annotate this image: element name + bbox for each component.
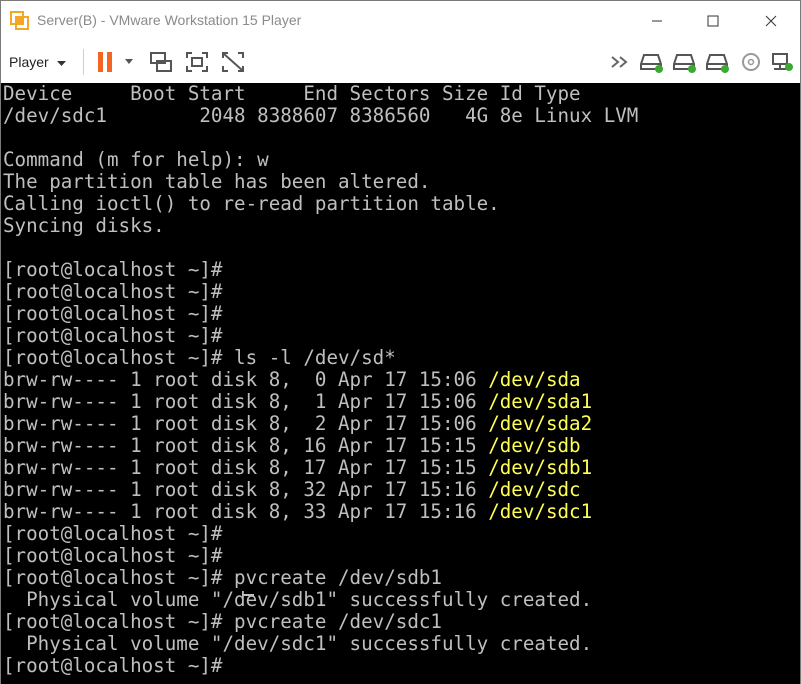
console-line: [root@localhost ~]# [3,545,223,567]
send-ctrl-alt-del-icon [148,50,174,74]
text-cursor [242,594,254,596]
console-line-text: The partition table has been altered. [3,170,431,193]
hard-disk-3-button[interactable] [705,50,731,74]
console-line-text: brw-rw---- 1 root disk 8, 2 Apr 17 15:06 [3,412,489,435]
console-line: brw-rw---- 1 root disk 8, 2 Apr 17 15:06… [3,413,592,435]
console-line-text: brw-rw---- 1 root disk 8, 1 Apr 17 15:06 [3,390,489,413]
device-path: /dev/sdc1 [488,500,593,523]
console-line-text: [root@localhost ~]# [3,544,223,567]
console-line: Command (m for help): w [3,149,269,171]
guest-console[interactable]: Device Boot Start End Sectors Size Id Ty… [1,83,800,684]
console-line: The partition table has been altered. [3,171,430,193]
console-line: Physical volume "/dev/sdb1" successfully… [3,589,592,611]
console-line-text: Physical volume "/dev/sdc1" successfully… [3,632,593,655]
maximize-button[interactable] [690,1,736,41]
device-path: /dev/sda1 [488,390,593,413]
console-line-text: Command (m for help): w [3,148,269,171]
console-line-text: brw-rw---- 1 root disk 8, 16 Apr 17 15:1… [3,434,489,457]
hard-disk-1-icon [639,50,665,74]
console-line: brw-rw---- 1 root disk 8, 17 Apr 17 15:1… [3,457,592,479]
close-button[interactable] [748,1,794,41]
console-line-text: [root@localhost ~]# [3,654,235,677]
console-line-text: Syncing disks. [3,214,165,237]
more-devices-icon [609,50,631,74]
player-menu-label: Player [9,54,49,70]
cd-dvd-button[interactable] [738,50,764,74]
device-path: /dev/sda [488,368,581,391]
console-line-text: [root@localhost ~]# [3,522,223,545]
console-line-text: brw-rw---- 1 root disk 8, 0 Apr 17 15:06 [3,368,489,391]
console-line: brw-rw---- 1 root disk 8, 1 Apr 17 15:06… [3,391,592,413]
console-line: /dev/sdc1 2048 8388607 8386560 4G 8e Lin… [3,105,638,127]
console-line-text: [root@localhost ~]# [3,258,223,281]
hard-disk-2-icon [672,50,698,74]
console-line-text: [root@localhost ~]# pvcreate /dev/sdb1 [3,566,442,589]
toolbar-divider [83,49,84,75]
console-line: [root@localhost ~]# ls -l /dev/sd* [3,347,396,369]
minimize-button[interactable] [634,1,680,41]
console-line: [root@localhost ~]# pvcreate /dev/sdb1 [3,567,442,589]
chevron-down-icon [56,54,66,70]
console-line-text: [root@localhost ~]# [3,280,223,303]
maximize-icon [707,15,719,27]
hard-disk-3-icon [705,50,731,74]
unity-button[interactable] [220,50,246,74]
fit-guest-icon [184,50,210,74]
console-line: Calling ioctl() to re-read partition tab… [3,193,500,215]
console-line: [root@localhost ~]# [3,655,234,677]
console-line: brw-rw---- 1 root disk 8, 32 Apr 17 15:1… [3,479,581,501]
close-icon [765,15,777,27]
console-line: [root@localhost ~]# pvcreate /dev/sdc1 [3,611,442,633]
pause-icon [94,50,134,74]
cd-dvd-icon [738,50,764,74]
unity-icon [220,50,246,74]
console-line-text: brw-rw---- 1 root disk 8, 32 Apr 17 15:1… [3,478,489,501]
pause-button[interactable] [94,50,134,74]
player-toolbar: Player [1,41,800,83]
console-line-text: [root@localhost ~]# [3,302,223,325]
console-line-text: brw-rw---- 1 root disk 8, 17 Apr 17 15:1… [3,456,489,479]
console-line-text: [root@localhost ~]# pvcreate /dev/sdc1 [3,610,442,633]
device-path: /dev/sdb [488,434,581,457]
title-bar[interactable]: Server(B) - VMware Workstation 15 Player [1,1,800,41]
send-ctrl-alt-del-button[interactable] [148,50,174,74]
hard-disk-2-button[interactable] [672,50,698,74]
console-line-text: [root@localhost ~]# [3,324,223,347]
console-line: brw-rw---- 1 root disk 8, 0 Apr 17 15:06… [3,369,581,391]
console-line: [root@localhost ~]# [3,281,223,303]
console-line-text: Device Boot Start End Sectors Size Id Ty… [3,82,581,105]
window-title: Server(B) - VMware Workstation 15 Player [37,12,302,28]
console-line-text: brw-rw---- 1 root disk 8, 33 Apr 17 15:1… [3,500,489,523]
fit-guest-button[interactable] [184,50,210,74]
console-line: [root@localhost ~]# [3,523,223,545]
device-path: /dev/sdc [488,478,581,501]
network-button[interactable] [770,50,796,74]
console-line: [root@localhost ~]# [3,325,223,347]
console-line-text: /dev/sdc1 2048 8388607 8386560 4G 8e Lin… [3,104,639,127]
console-line: brw-rw---- 1 root disk 8, 16 Apr 17 15:1… [3,435,581,457]
device-path: /dev/sdb1 [488,456,593,479]
network-icon [770,50,796,74]
hard-disk-1-button[interactable] [639,50,665,74]
console-line: brw-rw---- 1 root disk 8, 33 Apr 17 15:1… [3,501,592,523]
player-menu-button[interactable]: Player [9,49,66,75]
console-line: Syncing disks. [3,215,165,237]
vmware-player-window: Server(B) - VMware Workstation 15 Player… [0,0,801,684]
vmware-app-icon [10,11,30,31]
device-path: /dev/sda2 [488,412,593,435]
minimize-icon [652,20,662,22]
console-line: [root@localhost ~]# [3,259,223,281]
console-line-text: [root@localhost ~]# ls -l /dev/sd* [3,346,396,369]
console-line: Physical volume "/dev/sdc1" successfully… [3,633,592,655]
console-line: [root@localhost ~]# [3,303,223,325]
console-line-text: Calling ioctl() to re-read partition tab… [3,192,500,215]
console-line-text: Physical volume "/dev/sdb1" successfully… [3,588,593,611]
console-line: Device Boot Start End Sectors Size Id Ty… [3,83,581,105]
more-devices-button[interactable] [609,50,631,74]
